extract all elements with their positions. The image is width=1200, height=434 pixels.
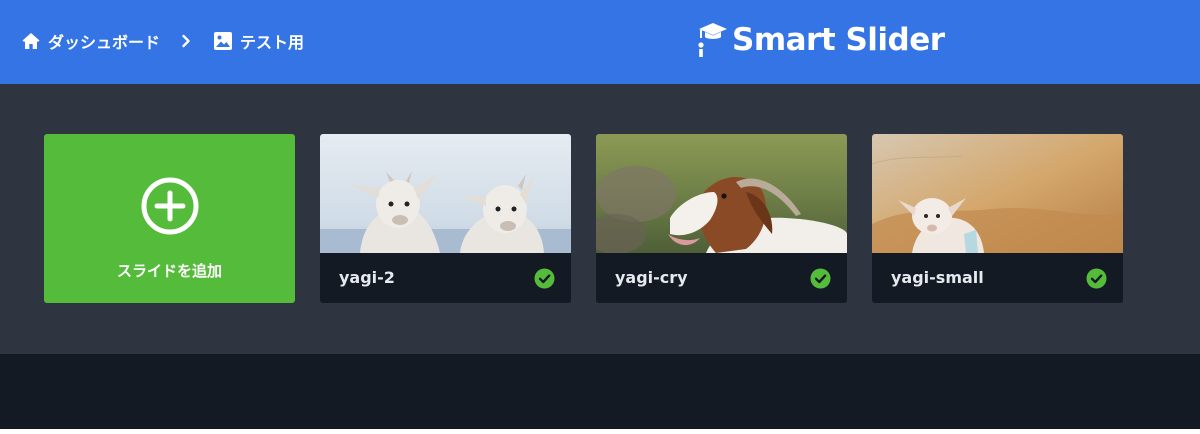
- slide-card-yagi-small[interactable]: yagi-small: [872, 134, 1123, 303]
- slide-thumbnail[interactable]: [872, 134, 1123, 253]
- slide-card-yagi-2[interactable]: yagi-2: [320, 134, 571, 303]
- published-check-icon[interactable]: [534, 268, 555, 289]
- slide-thumbnail[interactable]: [320, 134, 571, 253]
- slide-thumbnail[interactable]: [596, 134, 847, 253]
- slide-info-bar: yagi-small: [872, 253, 1123, 303]
- breadcrumb-dashboard-label: ダッシュボード: [48, 33, 161, 52]
- brand-name: Smart Slider: [732, 22, 945, 58]
- home-icon: [20, 30, 42, 52]
- image-icon: [212, 30, 234, 52]
- breadcrumb-dashboard[interactable]: ダッシュボード: [20, 29, 160, 53]
- mortarboard-icon: [698, 23, 727, 57]
- add-slide-button[interactable]: スライドを追加: [44, 134, 295, 303]
- breadcrumb: ダッシュボード テスト用: [20, 28, 304, 54]
- plus-circle-icon: [141, 177, 199, 235]
- slide-card-yagi-cry[interactable]: yagi-cry: [596, 134, 847, 303]
- published-check-icon[interactable]: [810, 268, 831, 289]
- slide-info-bar: yagi-cry: [596, 253, 847, 303]
- slide-title: yagi-2: [339, 268, 395, 287]
- breadcrumb-slider-test[interactable]: テスト用: [212, 29, 304, 53]
- breadcrumb-slider-label: テスト用: [240, 33, 305, 52]
- slide-info-bar: yagi-2: [320, 253, 571, 303]
- chevron-right-icon: [176, 31, 196, 51]
- top-bar: ダッシュボード テスト用 Smart Slider: [0, 0, 1200, 84]
- add-slide-label: スライドを追加: [116, 262, 222, 280]
- slide-title: yagi-cry: [615, 268, 688, 287]
- published-check-icon[interactable]: [1086, 268, 1107, 289]
- brand-logo: Smart Slider: [696, 18, 945, 62]
- footer-area: [0, 354, 1200, 429]
- page-bottom-edge: [0, 429, 1200, 434]
- slide-title: yagi-small: [891, 268, 984, 287]
